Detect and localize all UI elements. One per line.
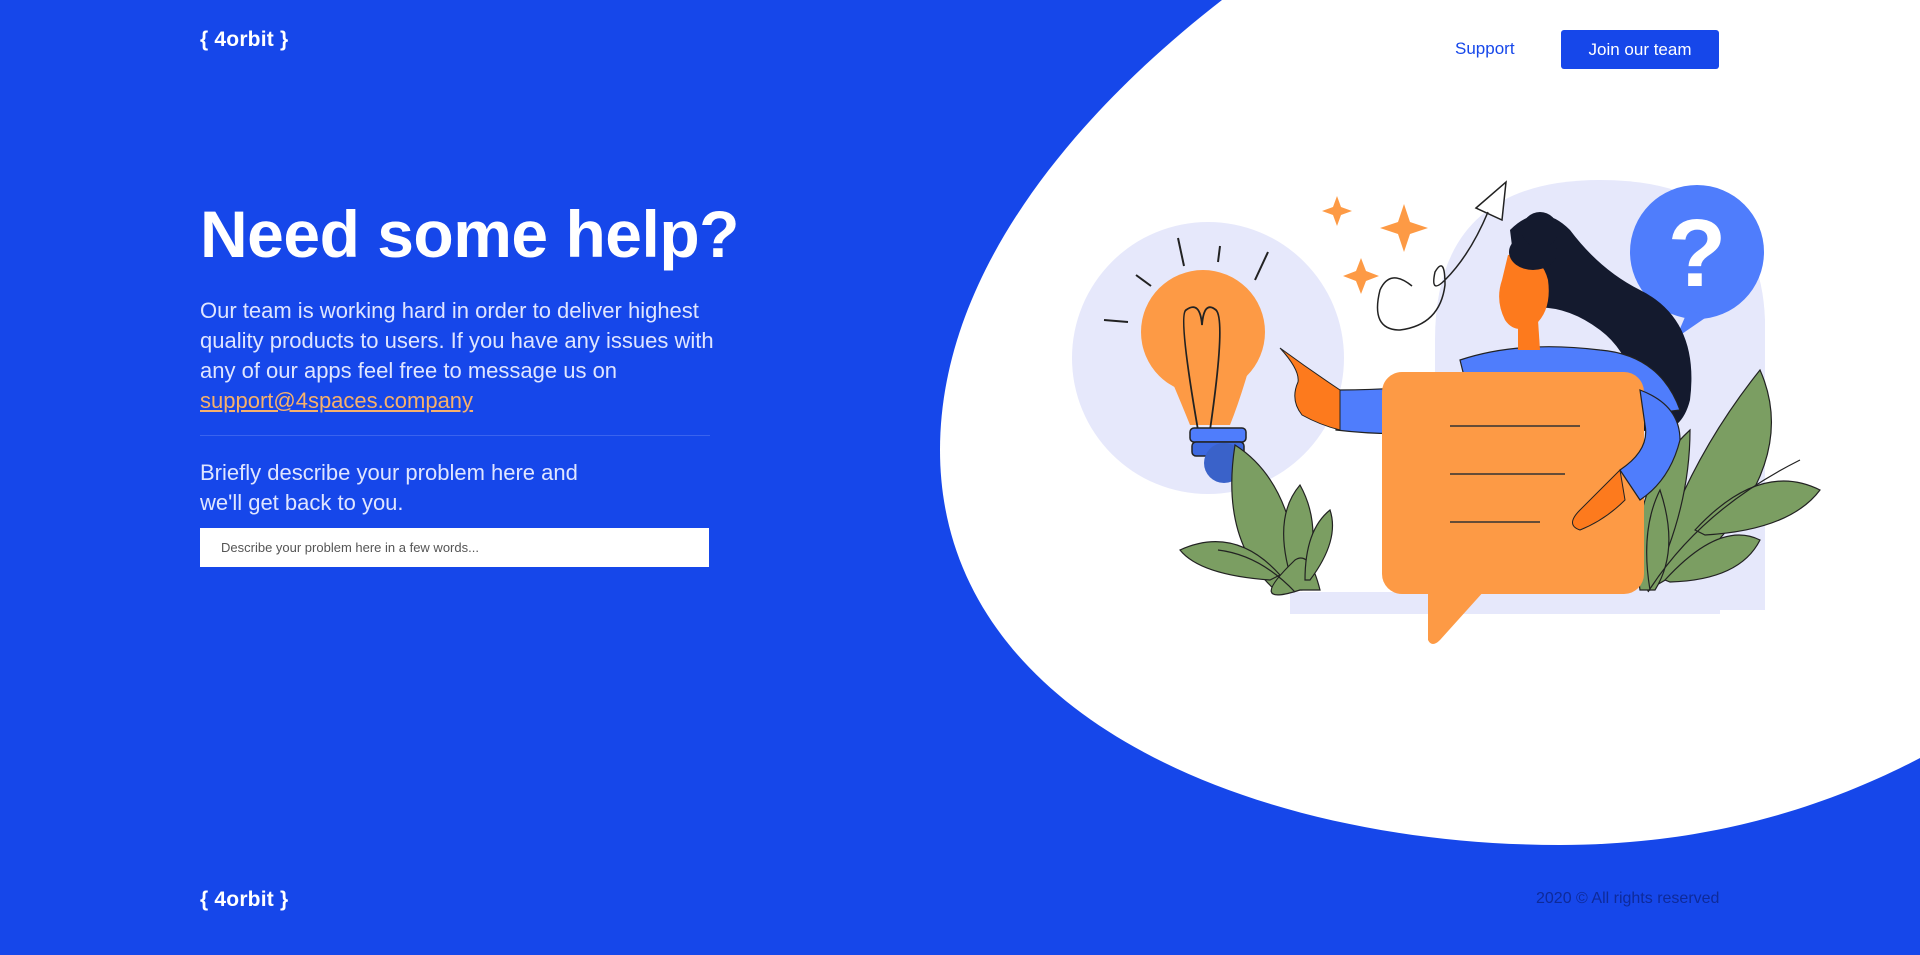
support-link[interactable]: Support	[1455, 39, 1515, 59]
copyright-text: 2020 © All rights reserved	[1536, 890, 1720, 907]
svg-text:?: ?	[1668, 200, 1727, 307]
hero-description: Our team is working hard in order to del…	[200, 296, 720, 416]
footer-logo[interactable]: { 4orbit }	[200, 888, 288, 912]
support-email-link[interactable]: support@4spaces.company	[200, 388, 473, 413]
problem-prompt: Briefly describe your problem here and w…	[200, 460, 578, 515]
section-divider	[200, 435, 710, 436]
support-illustration: ?	[1072, 180, 1821, 644]
join-our-team-button[interactable]: Join our team	[1561, 30, 1719, 69]
problem-input[interactable]	[200, 528, 709, 567]
page: { 4orbit } Support Join our team Need so…	[0, 0, 1920, 955]
sparkle-icon	[1322, 196, 1428, 294]
hero-description-text: Our team is working hard in order to del…	[200, 298, 714, 383]
page-title: Need some help?	[200, 197, 739, 271]
floor-strip	[1290, 592, 1720, 614]
header-logo[interactable]: { 4orbit }	[200, 28, 288, 52]
